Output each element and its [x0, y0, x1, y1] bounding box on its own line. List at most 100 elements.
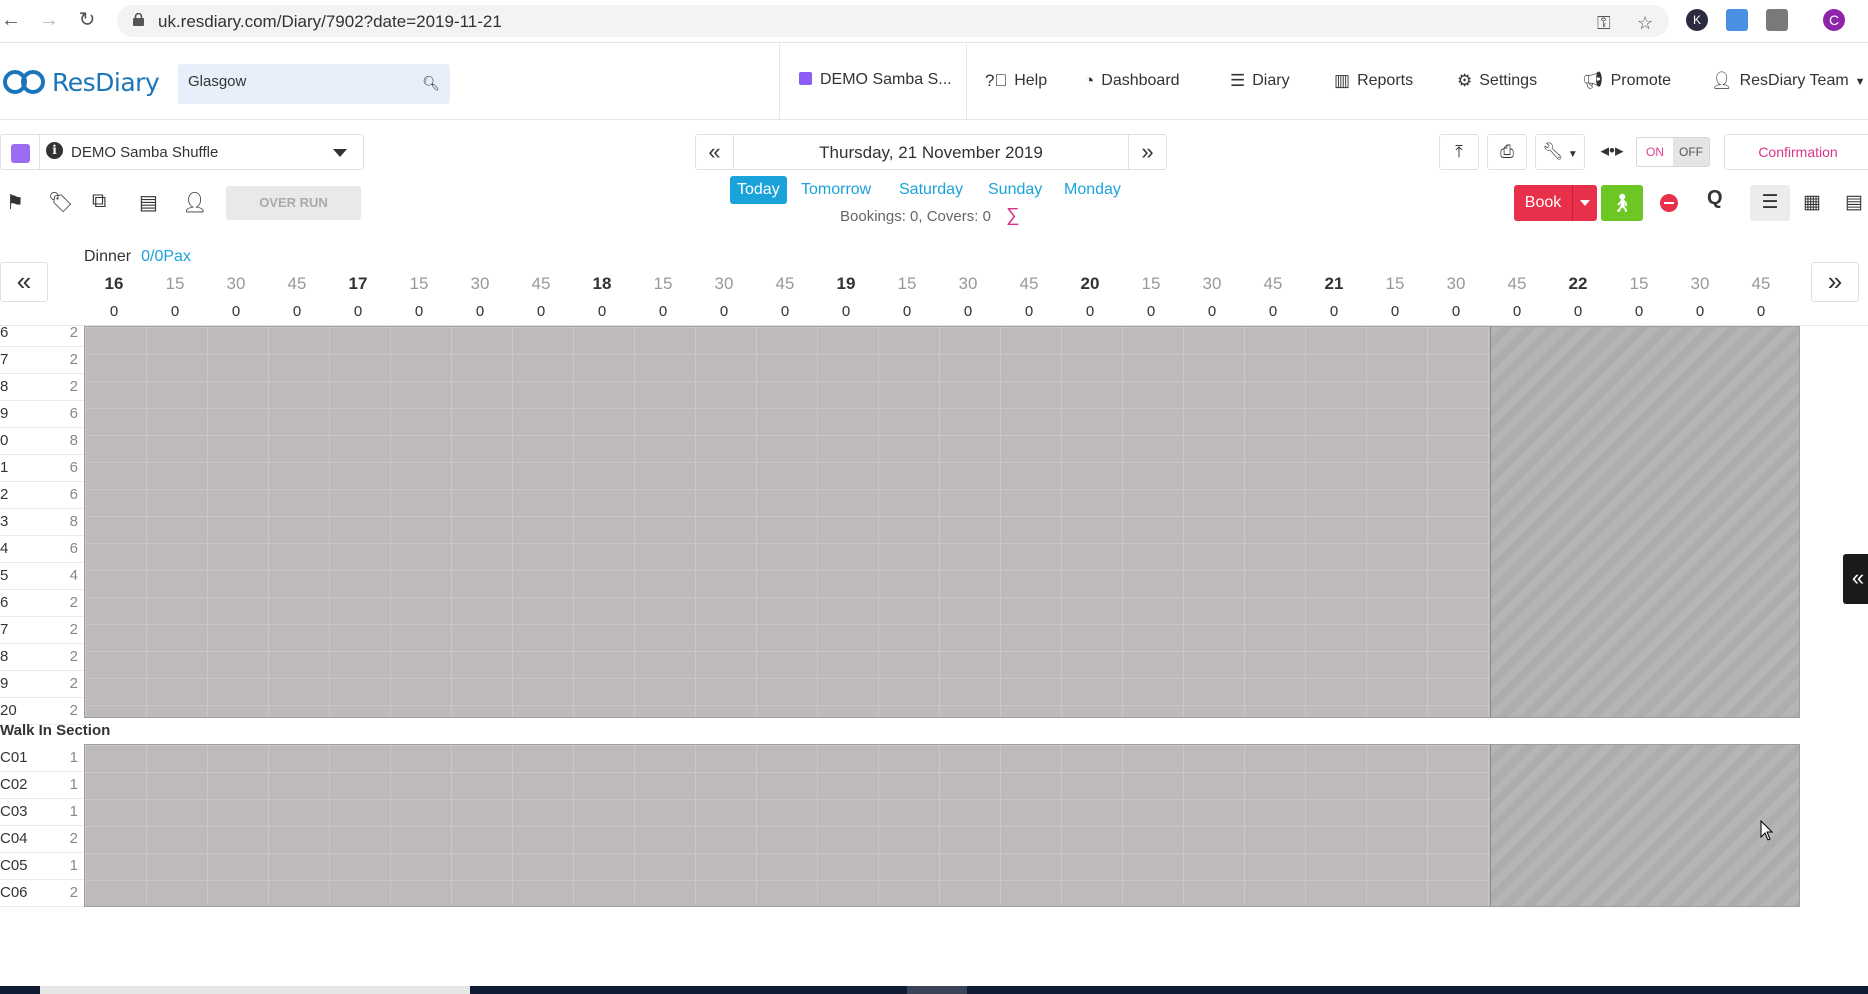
table-name[interactable]: 8: [0, 378, 8, 395]
table-capacity: 2: [69, 378, 78, 395]
queue-button[interactable]: Q: [1707, 187, 1723, 210]
search-box[interactable]: 🔍︎: [178, 64, 450, 104]
table-name[interactable]: 9: [0, 675, 8, 692]
quick-day-tomorrow[interactable]: Tomorrow: [801, 176, 871, 204]
star-icon[interactable]: ☆: [1637, 13, 1653, 34]
nav-promote[interactable]: 📢︎ Promote: [1582, 71, 1671, 91]
block-icon[interactable]: [1660, 194, 1678, 212]
list-card-icon[interactable]: ▤: [139, 190, 158, 215]
table-name[interactable]: C06: [0, 884, 28, 901]
table-name[interactable]: C04: [0, 830, 28, 847]
key-icon[interactable]: ⚿: [1597, 13, 1611, 34]
print-icon[interactable]: ⎙: [1487, 134, 1527, 170]
tools-dropdown[interactable]: 🔧︎ ▼: [1535, 134, 1585, 170]
table-name[interactable]: 4: [0, 540, 8, 557]
wrench-icon: 🔧︎: [1542, 142, 1564, 161]
grid-view-icon[interactable]: ▦: [1792, 185, 1832, 221]
venue-switcher[interactable]: DEMO Samba S...: [799, 71, 952, 89]
toggle-off-label[interactable]: OFF: [1673, 138, 1709, 166]
nav-help[interactable]: ?⃝ Help: [985, 71, 1047, 91]
book-button[interactable]: Book: [1514, 185, 1597, 221]
table-name[interactable]: 3: [0, 513, 8, 530]
scroll-right-icon[interactable]: »: [1811, 262, 1859, 302]
nav-diary-label: Diary: [1252, 72, 1290, 89]
table-view-icon[interactable]: ▤: [1834, 185, 1868, 221]
extension-k-icon[interactable]: K: [1686, 9, 1708, 31]
table-name[interactable]: 2: [0, 486, 8, 503]
table-capacity: 4: [69, 567, 78, 584]
row-divider: [0, 670, 84, 671]
overrun-button[interactable]: OVER RUN: [226, 186, 361, 220]
scroll-top-icon[interactable]: ⤒: [1439, 134, 1479, 170]
table-name[interactable]: C03: [0, 803, 28, 820]
table-name[interactable]: 7: [0, 621, 8, 638]
time-label-hour: 21: [1324, 274, 1344, 293]
current-date[interactable]: Thursday, 21 November 2019: [736, 143, 1126, 163]
nav-reports-label: Reports: [1357, 72, 1414, 89]
quick-day-saturday[interactable]: Saturday: [899, 176, 963, 204]
quick-day-sunday[interactable]: Sunday: [988, 176, 1042, 204]
nav-reports[interactable]: ▥ Reports: [1334, 71, 1413, 91]
timeline-grid-main[interactable]: [84, 326, 1800, 718]
table-capacity: 6: [69, 459, 78, 476]
table-name[interactable]: C05: [0, 857, 28, 874]
table-name[interactable]: 1: [0, 459, 8, 476]
copy-icon[interactable]: ⧉: [92, 190, 106, 213]
back-icon[interactable]: ←: [0, 9, 22, 31]
row-divider: [0, 879, 84, 880]
nav-dashboard[interactable]: ◔ Dashboard: [1084, 71, 1180, 91]
flag-icon[interactable]: ⚑: [6, 190, 24, 215]
table-name[interactable]: 8: [0, 648, 8, 665]
expand-panel-icon[interactable]: «: [1843, 554, 1868, 604]
table-name[interactable]: 6: [0, 324, 8, 341]
profile-avatar[interactable]: C: [1823, 9, 1845, 31]
next-day-icon[interactable]: »: [1128, 135, 1166, 169]
venue-color-swatch: [11, 144, 30, 163]
row-divider: [0, 616, 84, 617]
gear-icon: ⚙: [1457, 71, 1473, 90]
on-off-toggle[interactable]: ON OFF: [1636, 137, 1710, 167]
scroll-left-icon[interactable]: «: [0, 262, 48, 302]
resdiary-logo-icon[interactable]: [2, 66, 48, 98]
table-name[interactable]: 0: [0, 432, 8, 449]
time-label-quarter: 15: [1385, 274, 1405, 293]
megaphone-icon: 📢︎: [1582, 71, 1604, 90]
open-period[interactable]: [85, 745, 1490, 906]
table-name[interactable]: 5: [0, 567, 8, 584]
logo-text[interactable]: ResDiary: [52, 68, 160, 97]
forward-icon[interactable]: →: [38, 9, 60, 31]
extension-book-icon[interactable]: [1726, 9, 1748, 31]
address-bar[interactable]: uk.resdiary.com/Diary/7902?date=2019-11-…: [117, 5, 1669, 37]
table-name[interactable]: 20: [0, 702, 17, 719]
confirmation-button[interactable]: Confirmation: [1724, 134, 1868, 170]
table-name[interactable]: C02: [0, 776, 28, 793]
open-period[interactable]: [85, 327, 1490, 717]
venue-dropdown[interactable]: i DEMO Samba Shuffle: [0, 134, 364, 170]
nav-diary[interactable]: ☰ Diary: [1230, 71, 1290, 91]
extension-tray-icon[interactable]: [1766, 9, 1788, 31]
sigma-totals-icon[interactable]: ∑: [1006, 205, 1020, 227]
quick-day-monday[interactable]: Monday: [1064, 176, 1121, 204]
chevron-down-icon[interactable]: [1580, 200, 1590, 206]
table-name[interactable]: C01: [0, 749, 28, 766]
remove-user-icon[interactable]: 👤︎: [182, 190, 207, 215]
walk-in-button[interactable]: 🚶︎: [1601, 185, 1643, 221]
code-arrows-icon[interactable]: ◂•▸: [1592, 134, 1632, 170]
timeline-view-icon[interactable]: ☰: [1750, 185, 1790, 221]
timeline-grid-walk-in[interactable]: [84, 744, 1800, 907]
nav-user-menu[interactable]: 👤︎ ResDiary Team ▼: [1711, 71, 1866, 91]
info-icon[interactable]: i: [46, 142, 63, 159]
table-name[interactable]: 9: [0, 405, 8, 422]
quick-day-today[interactable]: Today: [730, 176, 787, 204]
reload-icon[interactable]: ↻: [76, 9, 98, 31]
table-name[interactable]: 6: [0, 594, 8, 611]
tag-icon[interactable]: 🏷︎: [48, 190, 73, 215]
table-name[interactable]: 7: [0, 351, 8, 368]
service-pax[interactable]: 0/0Pax: [141, 248, 191, 265]
search-icon[interactable]: 🔍︎: [422, 75, 440, 92]
toggle-on-label[interactable]: ON: [1637, 138, 1673, 166]
time-slot-count: 0: [1451, 303, 1461, 320]
nav-settings[interactable]: ⚙ Settings: [1457, 71, 1537, 91]
previous-day-icon[interactable]: «: [696, 135, 734, 169]
search-input[interactable]: [188, 73, 408, 90]
